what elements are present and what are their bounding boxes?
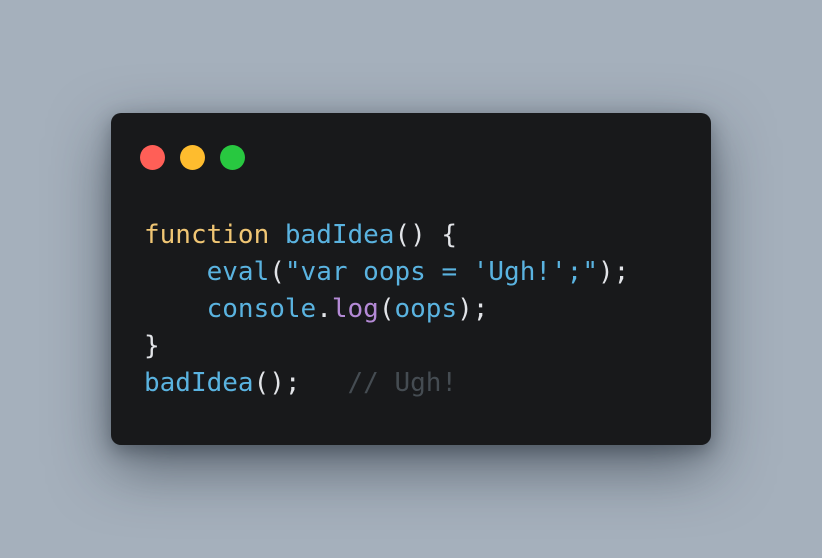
code-token-function: eval bbox=[206, 257, 270, 287]
code-token-punct: ); bbox=[597, 257, 630, 287]
code-block: function badIdea() { eval("var oops = 'U… bbox=[144, 217, 629, 402]
code-line: badIdea(); // Ugh! bbox=[144, 365, 629, 402]
code-line: } bbox=[144, 328, 629, 365]
code-token-punct: () { bbox=[394, 220, 458, 250]
code-line: function badIdea() { bbox=[144, 217, 629, 254]
code-token-punct: . bbox=[316, 294, 332, 324]
code-window: function badIdea() { eval("var oops = 'U… bbox=[111, 113, 711, 445]
close-dot-icon[interactable] bbox=[140, 145, 165, 170]
code-token-string: "var oops = 'Ugh!';" bbox=[284, 257, 598, 287]
code-line: eval("var oops = 'Ugh!';"); bbox=[144, 254, 630, 291]
minimize-dot-icon[interactable] bbox=[180, 145, 205, 170]
window-controls bbox=[140, 145, 245, 170]
code-token-punct: ( bbox=[378, 294, 395, 324]
code-token-function: oops bbox=[394, 294, 458, 324]
code-token-punct: } bbox=[144, 331, 160, 361]
maximize-dot-icon[interactable] bbox=[220, 145, 245, 170]
code-token-comment: // Ugh! bbox=[347, 368, 458, 398]
code-token-punct: ( bbox=[269, 257, 285, 287]
code-token-punct: (); bbox=[253, 368, 301, 398]
code-token-punct: ); bbox=[457, 294, 489, 324]
code-token-keyword: function bbox=[144, 220, 270, 250]
code-token-function: badIdea bbox=[284, 220, 395, 250]
code-line: console.log(oops); bbox=[144, 291, 629, 328]
code-token-property: log bbox=[331, 294, 379, 324]
code-token-function: console bbox=[206, 294, 317, 324]
code-token-function: badIdea bbox=[144, 368, 254, 398]
